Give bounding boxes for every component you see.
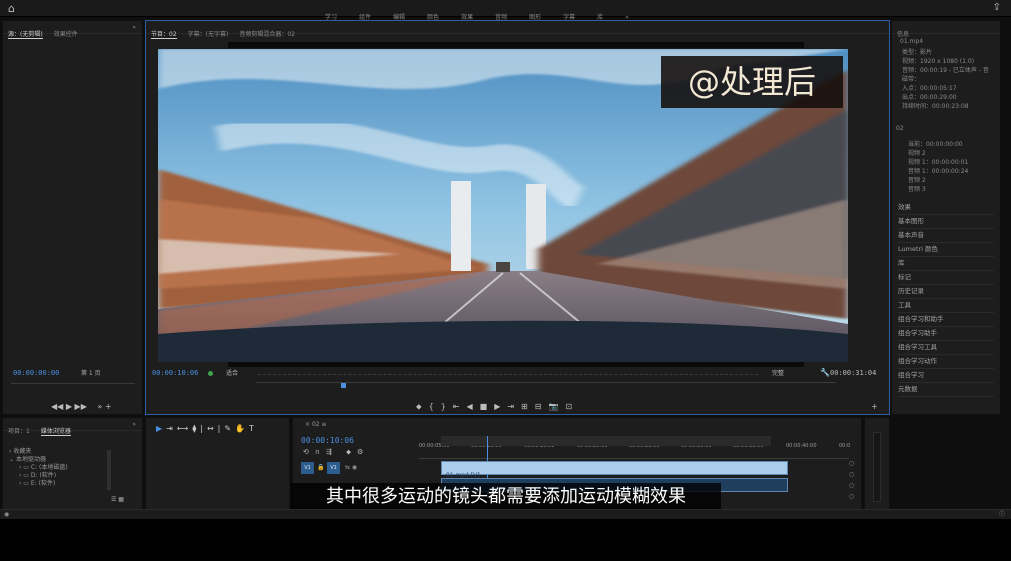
panel-list-item[interactable]: 标记 — [898, 271, 994, 285]
top-menu-bar: ⌂ 学习 组件 编辑 颜色 效果 音频 图形 字幕库» ⇪ — [0, 0, 1011, 21]
info-panel-header: 信息 — [892, 21, 1000, 38]
program-duration: 00:00:31:04 — [830, 369, 877, 377]
program-timecode[interactable]: 00:00:10:06 — [152, 369, 198, 377]
source-transport-controls[interactable]: ◀◀ ▶ ▶▶ » + — [51, 402, 112, 411]
source-ruler[interactable] — [11, 383, 135, 390]
sequence-label: 02 — [896, 125, 904, 132]
seq-row: 视频 2 — [908, 150, 926, 157]
panel-list-item[interactable]: 历史记录 — [898, 285, 994, 299]
tools-panel: ▶⇥⟷⧫|↔|✎✋T — [145, 417, 290, 511]
ruler-label: 00:00:40:00 — [786, 443, 817, 449]
browser-item[interactable]: ⌄ 本地驱动器 — [9, 456, 68, 464]
panel-list-item[interactable]: 库 — [898, 257, 994, 271]
zoom-bar[interactable] — [258, 374, 758, 375]
browser-item[interactable]: › ▭ E: (软件) — [9, 480, 68, 488]
timeline-timecode[interactable]: 00:00:10:06 — [301, 436, 354, 445]
seq-row: 当前：00:00:00:00 — [908, 141, 963, 148]
home-icon[interactable]: ⌂ — [8, 2, 22, 15]
audio-meter-panel — [864, 417, 890, 511]
panel-list-item[interactable]: 组合学习助手 — [898, 327, 994, 341]
tab-audio-mixer[interactable]: 音频剪辑混合器：02 — [239, 29, 295, 38]
source-page-label: 第 1 页 — [81, 370, 101, 377]
ruler-label: 00:0 — [839, 443, 851, 449]
letterbox-top — [228, 42, 804, 48]
info-row: 音频：00:00:19 - 已立体声 - 音 — [902, 67, 989, 74]
fit-dropdown[interactable]: 适合 — [226, 370, 238, 378]
panel-list-item[interactable]: Lumetri 颜色 — [898, 243, 994, 257]
timeline-tool-icons[interactable]: ⟲∩⇶ ⬥⚙ — [303, 448, 369, 457]
tab-source[interactable]: 源：(无剪辑) — [8, 29, 43, 39]
panel-list-item[interactable]: 组合学习 — [898, 369, 994, 383]
seq-row: 视频 1：00:00:00:01 — [908, 159, 969, 166]
video-letterbox-bottom — [0, 519, 1011, 561]
track-dots[interactable]: ○ ○ ○ ○ — [849, 458, 854, 502]
list-view-icon[interactable]: ☰ ▦ — [111, 496, 124, 504]
seq-row: 音频 1：00:00:00:24 — [908, 168, 969, 175]
info-row: 持续时间：00:00:23:08 — [902, 103, 969, 110]
program-ruler[interactable] — [256, 382, 836, 391]
panel-list-item[interactable]: 组合学习和助手 — [898, 313, 994, 327]
track-sync-icon[interactable]: ⇆ ◉ — [345, 464, 357, 472]
info-icon[interactable]: ⓘ — [999, 511, 1005, 519]
program-transport-controls[interactable]: ⬥{}⇤◀■▶⇥⊞⊟📷⊡ — [416, 402, 579, 412]
tab-program[interactable]: 节目：02 — [151, 29, 177, 39]
info-title: 信息 — [897, 31, 910, 38]
scrollbar[interactable] — [107, 450, 111, 490]
video-subtitle: 其中很多运动的镜头都需要添加运动模糊效果 — [291, 483, 721, 511]
add-button-icon[interactable]: + — [871, 402, 878, 411]
program-panel-tabs: 节目：02 字幕：(无字幕) 音频剪辑混合器：02 — [146, 21, 889, 39]
timeline-ruler[interactable]: 00:00:05:00 00:00:10:00 00:00:15:00 00:0… — [419, 436, 851, 498]
render-status-dot — [208, 371, 213, 376]
panel-overflow-icon[interactable]: » — [132, 421, 136, 428]
watermark-label: @处理后 — [661, 56, 843, 108]
tool-icons[interactable]: ▶⇥⟷⧫|↔|✎✋T — [156, 424, 258, 433]
panel-list-item[interactable]: 元数据 — [898, 383, 994, 397]
timeline-tab[interactable]: × 02 ≡ — [305, 421, 327, 429]
work-area-bar[interactable] — [441, 436, 771, 446]
source-panel-tabs: 源：(无剪辑) 效果控件 » — [3, 21, 142, 39]
audio-meter — [873, 432, 881, 502]
seq-row: 音频 3 — [908, 186, 926, 193]
source-monitor-panel: 源：(无剪辑) 效果控件 » 00:00:00:00 第 1 页 ◀◀ ▶ ▶▶ »… — [2, 20, 143, 415]
info-row: 入点：00:00:05:17 — [902, 85, 957, 92]
panel-list-item[interactable]: 基本声音 — [898, 229, 994, 243]
info-row: 类型：影片 — [902, 49, 933, 56]
playhead-marker[interactable] — [341, 383, 346, 388]
browser-item[interactable]: › ▭ C: (本地磁盘) — [9, 464, 68, 472]
source-timecode[interactable]: 00:00:00:00 — [13, 369, 59, 377]
lock-icon[interactable]: 🔒 — [317, 464, 324, 472]
selection-tool-icon[interactable]: ▶ — [156, 424, 166, 433]
track-target-v1[interactable]: V1 — [301, 462, 314, 474]
settings-wrench-icon[interactable]: 🔧 — [820, 368, 830, 377]
tab-media-browser[interactable]: 媒体浏览器 — [40, 426, 71, 436]
project-panel-tabs: 项目：1 媒体浏览器 » — [3, 418, 142, 436]
letterbox-bottom — [228, 362, 804, 367]
quality-dropdown[interactable]: 完整 — [772, 370, 784, 378]
panel-list-item[interactable]: 工具 — [898, 299, 994, 313]
project-panel: 项目：1 媒体浏览器 » › 收藏夹 ⌄ 本地驱动器 › ▭ C: (本地磁盘) ›… — [2, 417, 143, 511]
info-row: 出点：00:00:29:00 — [902, 94, 957, 101]
share-icon[interactable]: ⇪ — [993, 2, 1001, 13]
info-row: 视频：1920 x 1080 (1.0) — [902, 58, 975, 65]
clip-name: 01.mp4 — [900, 38, 924, 45]
info-row: 磁带： — [902, 76, 921, 83]
tab-effect-controls[interactable]: 效果控件 — [54, 29, 78, 38]
video-clip[interactable]: 01.mp4 [V] — [441, 461, 788, 479]
workspace-tabs: 学习 组件 编辑 颜色 效果 音频 图形 字幕库» — [325, 4, 651, 21]
track-header-v1[interactable]: V1 — [327, 462, 340, 474]
tab-project[interactable]: 项目：1 — [8, 426, 30, 435]
tab-captions[interactable]: 字幕：(无字幕) — [188, 29, 229, 38]
status-icon: ◉ — [4, 511, 10, 518]
browser-item[interactable]: › ▭ D: (软件) — [9, 472, 68, 480]
seq-row: 音频 2 — [908, 177, 926, 184]
panel-overflow-icon[interactable]: » — [132, 24, 136, 31]
panel-list-item[interactable]: 效果 — [898, 201, 994, 215]
panel-list-item[interactable]: 组合学习动作 — [898, 355, 994, 369]
panel-list-item[interactable]: 基本图形 — [898, 215, 994, 229]
info-panel: 信息 01.mp4 类型：影片 视频：1920 x 1080 (1.0) 音频：… — [891, 20, 1001, 415]
panel-list-item[interactable]: 组合学习工具 — [898, 341, 994, 355]
browser-item[interactable]: › 收藏夹 — [9, 448, 68, 456]
